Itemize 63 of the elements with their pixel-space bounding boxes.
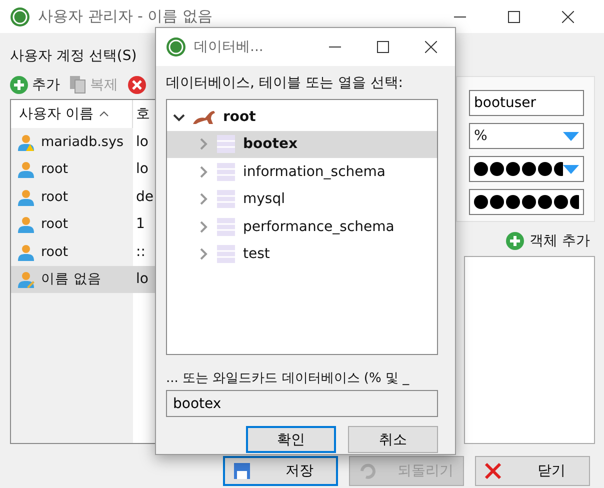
add-object-button[interactable]: 객체 추가 bbox=[506, 232, 590, 250]
app-logo-icon bbox=[10, 6, 30, 26]
copy-icon bbox=[70, 76, 86, 94]
user-row[interactable]: root bbox=[11, 156, 133, 183]
user-name: mariadb.sys bbox=[41, 134, 124, 150]
sort-icon bbox=[99, 111, 110, 117]
user-icon bbox=[17, 188, 35, 206]
user-name: root bbox=[41, 161, 68, 178]
user-name: 이름 없음 bbox=[41, 270, 102, 288]
wildcard-field[interactable]: bootex bbox=[166, 390, 438, 417]
user-edit-icon bbox=[17, 270, 35, 288]
save-button[interactable]: 저장 bbox=[223, 456, 338, 486]
user-row[interactable]: mariadb.sys bbox=[11, 128, 133, 156]
database-icon bbox=[217, 218, 235, 236]
close-icon[interactable] bbox=[562, 10, 574, 22]
save-icon bbox=[233, 462, 251, 480]
user-icon bbox=[17, 160, 35, 178]
host-dropdown[interactable]: % bbox=[469, 123, 584, 149]
database-icon bbox=[217, 135, 235, 154]
maximize-icon[interactable] bbox=[377, 41, 389, 53]
delete-button[interactable] bbox=[128, 76, 146, 94]
user-icon bbox=[17, 215, 35, 234]
dialog-button[interactable]: 확인 bbox=[246, 426, 336, 453]
user-name: root bbox=[41, 216, 68, 232]
tree-item[interactable]: mysql bbox=[167, 186, 437, 213]
user-row[interactable]: root bbox=[11, 210, 133, 238]
add-icon bbox=[10, 76, 28, 94]
user-row[interactable]: 이름 없음 bbox=[11, 266, 133, 293]
username-field[interactable]: bootuser bbox=[469, 90, 584, 116]
seal-icon bbox=[193, 110, 215, 124]
close-icon[interactable] bbox=[425, 41, 437, 53]
dialog-title: 데이터베... bbox=[194, 38, 264, 56]
maximize-icon[interactable] bbox=[508, 10, 520, 22]
password-field[interactable] bbox=[469, 189, 584, 215]
column-header[interactable]: 사용자 이름 bbox=[11, 100, 133, 128]
window-title: 사용자 관리자 - 이름 없음 bbox=[38, 7, 214, 26]
prompt-label: 데이터베이스, 테이블 또는 열을 선택: bbox=[166, 74, 404, 92]
user-name: root bbox=[41, 188, 68, 205]
wildcard-label: ... 또는 와일드카드 데이터베이스 (% 및 _ bbox=[166, 370, 410, 387]
server-name: root bbox=[223, 108, 256, 125]
database-icon bbox=[217, 245, 235, 264]
password-dropdown[interactable] bbox=[469, 156, 584, 182]
user-name: root bbox=[41, 244, 68, 260]
dropdown-arrow-icon bbox=[563, 132, 579, 140]
database-icon bbox=[217, 162, 235, 181]
user-row[interactable]: root bbox=[11, 183, 133, 210]
dropdown-arrow-icon bbox=[563, 164, 579, 174]
add-button[interactable]: 추가 bbox=[10, 76, 60, 94]
close-button[interactable]: 닫기 bbox=[475, 456, 590, 486]
tree-item[interactable]: bootex bbox=[167, 130, 437, 158]
undo-icon bbox=[358, 462, 376, 480]
user-warning-icon bbox=[17, 132, 35, 151]
database-icon bbox=[217, 190, 235, 208]
app-logo-icon bbox=[166, 37, 186, 57]
tree-item[interactable]: test bbox=[167, 240, 437, 268]
add-icon bbox=[506, 232, 524, 250]
dialog-button[interactable]: 취소 bbox=[348, 426, 438, 453]
close-icon bbox=[484, 462, 502, 480]
tree-item[interactable]: root bbox=[167, 103, 437, 130]
delete-icon bbox=[128, 76, 146, 94]
user-icon bbox=[17, 242, 35, 261]
user-row[interactable]: root bbox=[11, 238, 133, 266]
section-heading: 사용자 계정 선택(S) bbox=[10, 47, 138, 66]
